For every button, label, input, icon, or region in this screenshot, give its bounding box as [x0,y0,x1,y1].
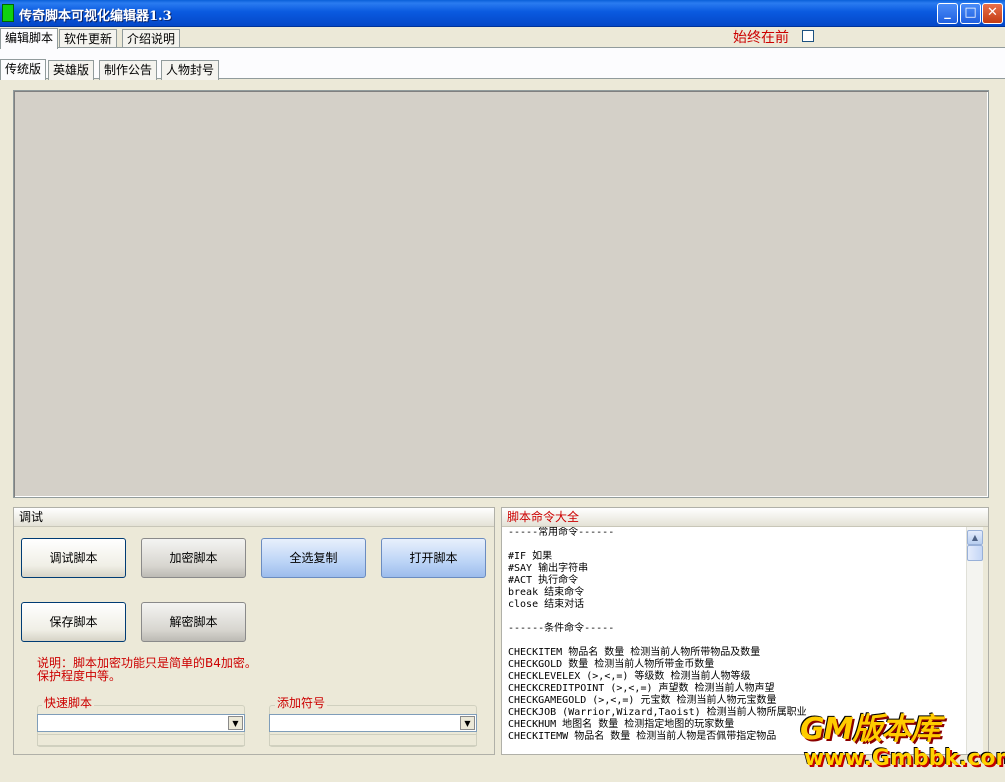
add-symbol-label: 添加符号 [275,696,328,710]
close-button[interactable]: ✕ [982,3,1003,24]
debug-panel-title: 调试 [14,508,494,527]
command-line: CHECKLEVELEX (>,<,=) 等级数 检测当前人物等级 [508,671,751,682]
add-symbol-preview [269,734,477,746]
watermark-url: www.Gmbbk.com [804,746,1005,771]
command-line: break 结束命令 [508,587,585,598]
command-line [502,611,966,623]
select-all-copy-button[interactable]: 全选复制 [261,538,366,578]
chevron-down-icon[interactable]: ▼ [460,716,475,730]
encryption-note-line2: 保护程度中等。 [37,669,122,683]
command-line: ------条件命令----- [508,623,615,634]
command-line: CHECKGOLD 数量 检测当前人物所带金币数量 [508,659,715,670]
scroll-thumb[interactable] [967,545,983,561]
encrypt-script-button[interactable]: 加密脚本 [141,538,246,578]
chevron-down-icon[interactable]: ▼ [228,716,243,730]
add-symbol-select[interactable]: ▼ [269,714,477,732]
tab-traditional[interactable]: 传统版 [0,59,47,80]
command-line: CHECKCREDITPOINT (>,<,=) 声望数 检测当前人物声望 [508,683,775,694]
watermark-logo: GM版本库 [800,712,940,747]
command-line: CHECKITEM 物品名 数量 检测当前人物所带物品及数量 [508,647,761,658]
quick-script-preview [37,734,245,746]
command-line [502,539,966,551]
command-line: #IF 如果 [508,551,553,562]
encryption-note: 说明：脚本加密功能只是简单的B4加密。 保护程度中等。 [37,657,257,683]
quick-script-label: 快速脚本 [42,696,95,710]
tab-announcement[interactable]: 制作公告 [99,60,158,80]
always-on-top-label: 始终在前 [733,30,789,46]
command-line: #SAY 输出字符串 [508,563,589,574]
tab-hero[interactable]: 英雄版 [48,60,95,80]
quick-script-select[interactable]: ▼ [37,714,245,732]
minimize-button[interactable]: _ [937,3,958,24]
scroll-up-icon[interactable]: ▲ [967,530,983,545]
command-line: #ACT 执行命令 [508,575,579,586]
title-bar: 传奇脚本可视化编辑器1.3 _ □ ✕ [0,0,1005,27]
always-on-top-checkbox[interactable] [802,30,814,42]
command-line [502,635,966,647]
encryption-note-line1: 说明：脚本加密功能只是简单的B4加密。 [37,656,257,670]
site-watermark: GM版本库 www.Gmbbk.com [800,700,1005,778]
tab-software-update[interactable]: 软件更新 [59,29,118,49]
decrypt-script-button[interactable]: 解密脚本 [141,602,246,642]
open-script-button[interactable]: 打开脚本 [381,538,486,578]
command-line: -----常用命令------ [508,527,615,538]
commands-panel-title: 脚本命令大全 [502,508,988,527]
window-title: 传奇脚本可视化编辑器1.3 [19,9,172,24]
tab-introduction[interactable]: 介绍说明 [122,29,181,49]
maximize-button[interactable]: □ [960,3,981,24]
tab-character-title[interactable]: 人物封号 [161,60,220,80]
app-icon [2,4,14,22]
command-line: close 结束对话 [508,599,585,610]
debug-script-button[interactable]: 调试脚本 [21,538,126,578]
save-script-button[interactable]: 保存脚本 [21,602,126,642]
script-canvas[interactable] [13,90,989,498]
tab-edit-script[interactable]: 编辑脚本 [0,28,59,49]
